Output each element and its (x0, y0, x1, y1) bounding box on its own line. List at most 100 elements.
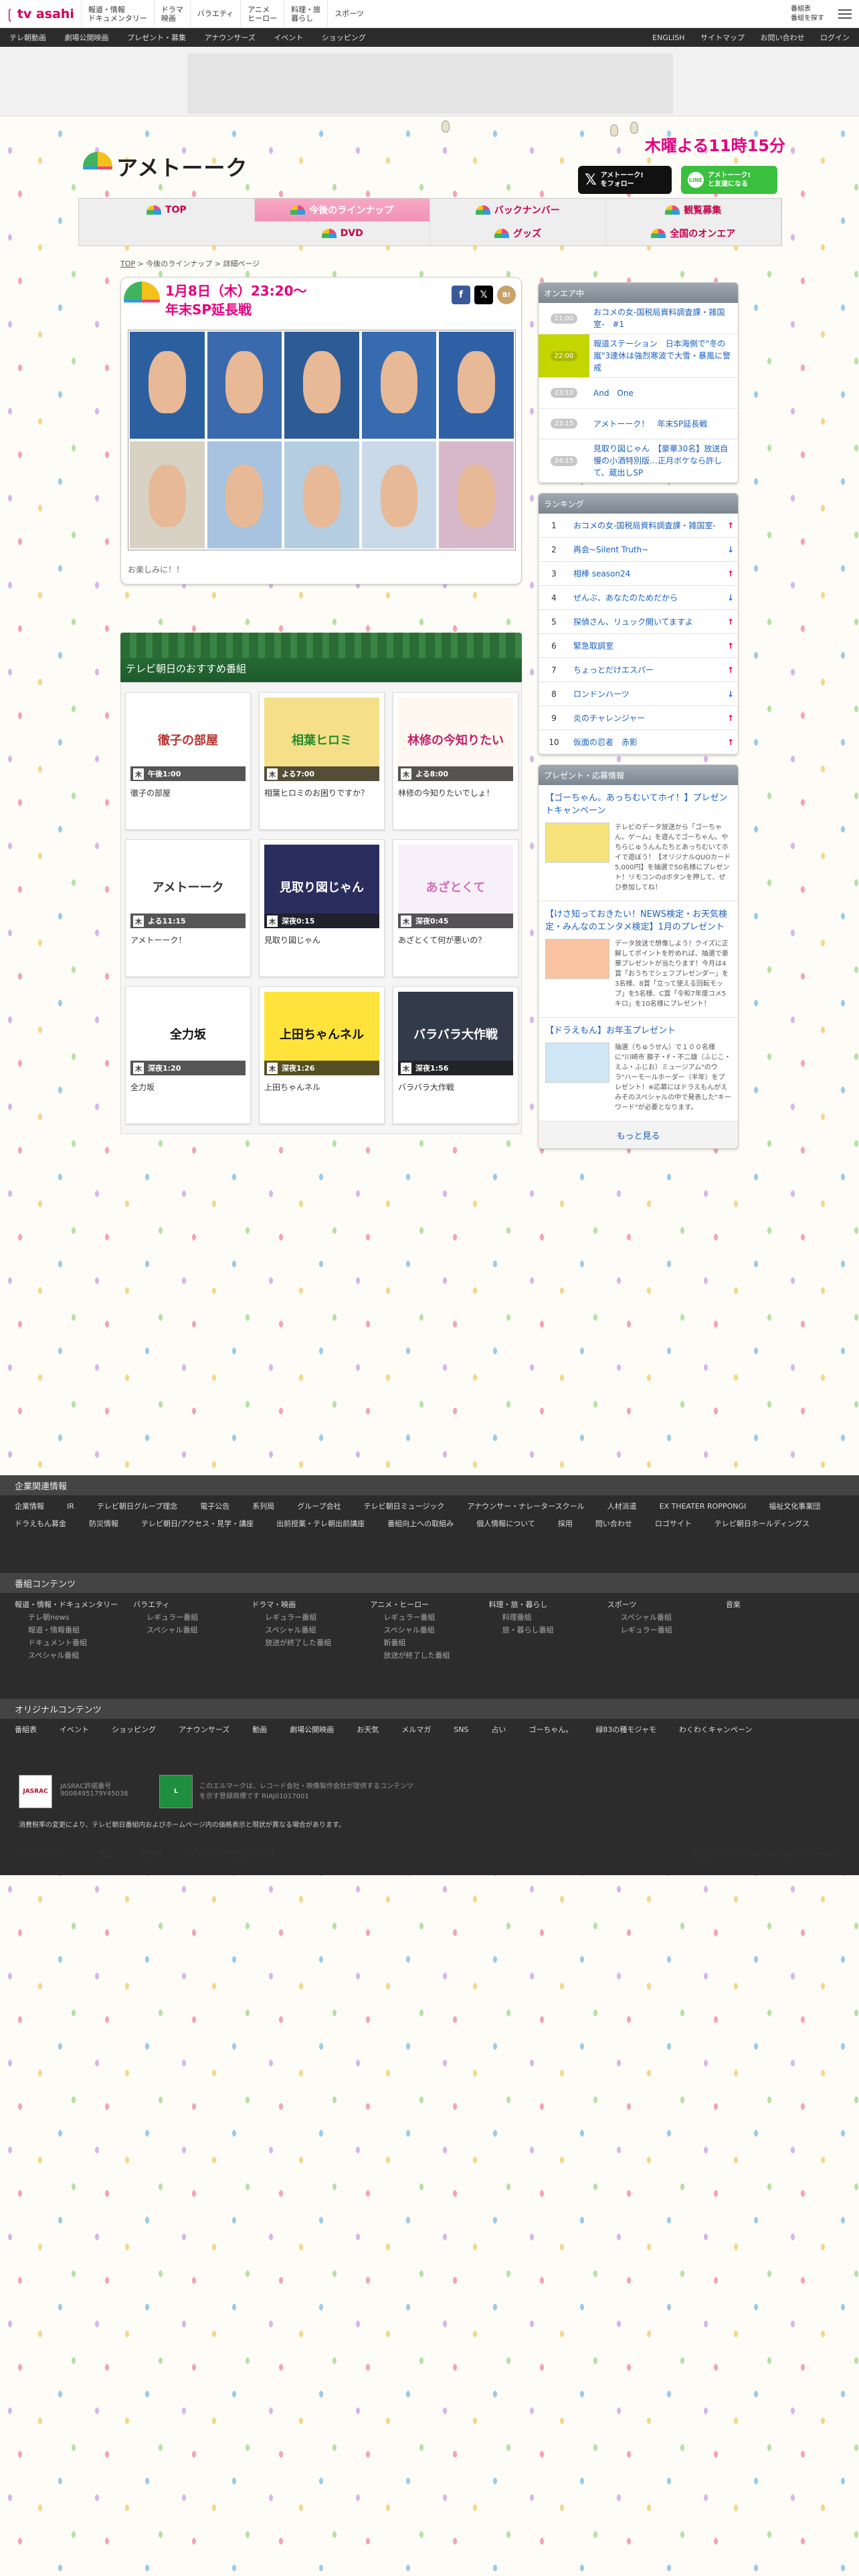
ranking-row[interactable]: 2 再会~Silent Truth~ ↓ (539, 538, 738, 562)
gnav-backnumber[interactable]: バックナンバー (430, 199, 606, 221)
footer-company-link[interactable]: 防災情報 (89, 1517, 141, 1531)
show-logo[interactable]: アメトーーク (83, 151, 248, 182)
footer-content-sub[interactable]: スペシャル番組 (133, 1624, 252, 1636)
footer-original-link[interactable]: 緑83の種モジャモ (595, 1723, 678, 1737)
nav-category-sports[interactable]: スポーツ (327, 0, 371, 28)
footer-content-sub[interactable]: 新番組 (370, 1636, 488, 1649)
present-headline[interactable]: 【けさ知っておきたい！NEWS検定・お天気検定・みんなのエンタメ検定】1月のプレ… (545, 908, 731, 934)
present-item[interactable]: 【ドラえもん】お年玉プレゼント 抽選（ちゅうせん）で１００名様に"川崎市 藤子・F… (539, 1018, 738, 1121)
line-friend-button[interactable]: LINE アメトーーク! と友達になる (681, 166, 777, 194)
present-item[interactable]: 【けさ知っておきたい！NEWS検定・お天気検定・みんなのエンタメ検定】1月のプレ… (539, 901, 738, 1018)
footer-original-link[interactable]: SNS (454, 1723, 491, 1737)
program-card[interactable]: バラバラ大作戦木深夜1:56 バラバラ大作戦 (393, 986, 518, 1124)
program-card[interactable]: 徹子の部屋木午後1:00 徹子の部屋 (125, 692, 251, 830)
nav-category-news[interactable]: 報道・情報 ドキュメンタリー (80, 0, 154, 28)
ranking-title[interactable]: 緊急取調室 (569, 637, 723, 655)
gnav-audience[interactable]: 観覧募集 (606, 199, 781, 221)
footer-company-link[interactable]: EX THEATER ROPPONGI (660, 1499, 769, 1514)
footer-company-link[interactable]: 電子公告 (200, 1499, 252, 1514)
program-card[interactable]: あざとくて木深夜0:45 あざとくて何が悪いの？ (393, 839, 518, 977)
ranking-title[interactable]: 再会~Silent Truth~ (569, 540, 723, 559)
footer-content-sub[interactable]: レギュラー番組 (607, 1624, 726, 1636)
ranking-title[interactable]: 相棒 season24 (569, 564, 723, 583)
footer-content-sub[interactable]: 放送が終了した番組 (370, 1649, 488, 1662)
ranking-row[interactable]: 8 ロンドンハーツ ↓ (539, 682, 738, 706)
ranking-row[interactable]: 10 仮面の忍者 赤影 ↑ (539, 730, 738, 754)
subnav-events[interactable]: イベント (264, 33, 310, 42)
footer-original-link[interactable]: 番組表 (15, 1723, 60, 1737)
footer-company-link[interactable]: テレビ朝日ホールディングス (714, 1517, 832, 1531)
footer-content-sub[interactable]: スペシャル番組 (15, 1649, 133, 1662)
footer-company-link[interactable]: 問い合わせ (595, 1517, 655, 1531)
ranking-row[interactable]: 3 相棒 season24 ↑ (539, 562, 738, 586)
onair-row[interactable]: 21:00 おコメの女-国税局資料調査課・雑国室- #1 (539, 303, 738, 334)
program-card[interactable]: 上田ちゃんネル木深夜1:26 上田ちゃんネル (259, 986, 385, 1124)
ranking-row[interactable]: 9 炎のチャレンジャー ↑ (539, 706, 738, 730)
breadcrumb-lineup[interactable]: 今後のラインナップ (146, 259, 212, 268)
subnav-shopping[interactable]: ショッピング (312, 33, 373, 42)
footer-original-link[interactable]: イベント (60, 1723, 112, 1737)
footer-company-link[interactable]: アナウンサー・ナレータースクール (467, 1499, 607, 1514)
footer-company-link[interactable]: ロゴサイト (655, 1517, 714, 1531)
nav-category-lifestyle[interactable]: 料理・旅 暮らし (284, 0, 327, 28)
ranking-title[interactable]: 探偵さん、リュック開いてますよ (569, 613, 723, 631)
subnav-douga[interactable]: テレ朝動画 (0, 33, 53, 42)
ranking-row[interactable]: 1 おコメの女-国税局資料調査課・雑国室- ↑ (539, 514, 738, 538)
program-card[interactable]: アメトーーク木よる11:15 アメトーーク！ (125, 839, 251, 977)
gnav-top[interactable]: TOP (79, 199, 255, 221)
ranking-title[interactable]: ロンドンハーツ (569, 685, 723, 704)
ad-banner[interactable] (187, 53, 673, 114)
footer-content-head[interactable]: 報道・情報・ドキュメンタリー (15, 1598, 133, 1611)
footer-original-link[interactable]: ゴーちゃん。 (529, 1723, 595, 1737)
ranking-title[interactable]: おコメの女-国税局資料調査課・雑国室- (569, 516, 723, 535)
footer-link-phishing[interactable]: フィッシング詐欺について (189, 1848, 303, 1859)
tv-asahi-logo[interactable]: ❲ tv asahi (0, 6, 81, 22)
ranking-row[interactable]: 5 探偵さん、リュック開いてますよ ↑ (539, 610, 738, 634)
onair-title[interactable]: 報道ステーション 日本海側で"冬の嵐"3連休は強烈寒波で大雪・暴風に警戒 (589, 334, 738, 377)
footer-company-link[interactable]: 企業情報 (15, 1499, 67, 1514)
program-card[interactable]: 林修の今知りたい木よる8:00 林修の今知りたいでしょ！ (393, 692, 518, 830)
footer-content-head[interactable]: 音楽 (726, 1598, 844, 1611)
nav-category-anime[interactable]: アニメ ヒーロー (240, 0, 284, 28)
footer-content-sub[interactable]: スペシャル番組 (370, 1624, 488, 1636)
footer-original-link[interactable]: 劇場公開映画 (290, 1723, 357, 1737)
program-card[interactable]: 見取り図じゃん木深夜0:15 見取り図じゃん (259, 839, 385, 977)
footer-content-sub[interactable]: スペシャル番組 (252, 1624, 370, 1636)
ranking-title[interactable]: 仮面の忍者 赤影 (569, 733, 723, 752)
footer-company-link[interactable]: 採用 (558, 1517, 595, 1531)
footer-original-link[interactable]: わくわくキャンペーン (679, 1723, 775, 1737)
footer-original-link[interactable]: ショッピング (112, 1723, 179, 1737)
footer-original-link[interactable]: アナウンサーズ (179, 1723, 252, 1737)
footer-company-link[interactable]: 出前授業・テレ朝出前講座 (276, 1517, 387, 1531)
present-headline[interactable]: 【ドラえもん】お年玉プレゼント (545, 1025, 731, 1037)
subnav-sitemap[interactable]: サイトマップ (694, 33, 751, 42)
program-card[interactable]: 全力坂木深夜1:20 全力坂 (125, 986, 251, 1124)
x-share-icon[interactable]: 𝕏 (474, 286, 493, 304)
footer-link-disclaimer[interactable]: 免責 (98, 1848, 140, 1859)
bookmark-share-icon[interactable]: B! (497, 286, 516, 304)
footer-content-sub[interactable]: 放送が終了した番組 (252, 1636, 370, 1649)
footer-company-link[interactable]: テレビ朝日ミュージック (364, 1499, 468, 1514)
footer-company-link[interactable]: 人材派遣 (607, 1499, 660, 1514)
footer-content-sub[interactable]: 報道・情報番組 (15, 1624, 133, 1636)
present-headline[interactable]: 【ゴーちゃん。あっちむいてホイ！】プレゼントキャンペーン (545, 792, 731, 817)
footer-company-link[interactable]: テレビ朝日/アクセス・見学・講座 (141, 1517, 276, 1531)
gnav-lineup[interactable]: 今後のラインナップ (254, 199, 430, 221)
footer-company-link[interactable]: ドラえもん募金 (15, 1517, 89, 1531)
gnav-dvd[interactable]: DVD (255, 222, 431, 245)
footer-company-link[interactable]: グループ会社 (297, 1499, 363, 1514)
footer-content-head[interactable]: アニメ・ヒーロー (370, 1598, 488, 1611)
footer-company-link[interactable]: 福祉文化事業団 (769, 1499, 843, 1514)
onair-row[interactable]: 22:00 報道ステーション 日本海側で"冬の嵐"3連休は強烈寒波で大雪・暴風に警… (539, 334, 738, 378)
x-follow-button[interactable]: 𝕏 アメトーーク! をフォロー (578, 166, 672, 194)
footer-content-head[interactable]: スポーツ (607, 1598, 726, 1611)
nav-category-drama[interactable]: ドラマ 映画 (153, 0, 190, 28)
footer-content-sub[interactable]: 旅・暮らし番組 (489, 1624, 607, 1636)
ranking-row[interactable]: 6 緊急取調室 ↑ (539, 634, 738, 658)
gnav-national-onair[interactable]: 全国のオンエア (606, 222, 781, 245)
onair-title[interactable]: アメトーーク！ 年末SP延長戦 (589, 415, 738, 433)
footer-content-sub[interactable]: レギュラー番組 (370, 1611, 488, 1624)
nav-category-variety[interactable]: バラエティ (189, 0, 240, 28)
footer-original-link[interactable]: お天気 (357, 1723, 401, 1737)
subnav-present[interactable]: プレゼント・募集 (118, 33, 193, 42)
